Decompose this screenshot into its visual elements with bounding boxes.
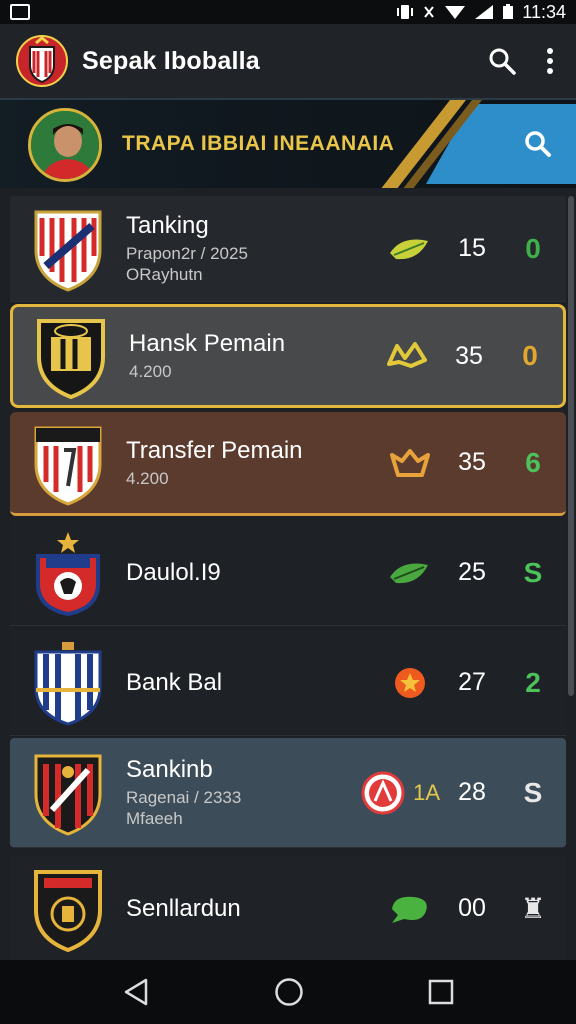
signal-icon bbox=[475, 5, 494, 19]
item-name: Hansk Pemain bbox=[129, 330, 286, 357]
recents-icon[interactable] bbox=[428, 979, 454, 1005]
club-crest-icon bbox=[34, 869, 102, 952]
trend-icon: S bbox=[523, 776, 543, 808]
item-name: Senllardun bbox=[126, 894, 241, 922]
chat-leaf-icon bbox=[392, 896, 427, 923]
item-name: Daulol.I9 bbox=[126, 558, 221, 586]
item-score: 25 bbox=[458, 558, 486, 586]
app-title: Sepak Iboballa bbox=[82, 46, 260, 75]
item-subtitle: 4.200 bbox=[126, 468, 169, 488]
item-name: Bank Bal bbox=[126, 668, 223, 696]
app-bar: Sepak Iboballa bbox=[0, 24, 576, 98]
leaf-icon bbox=[390, 239, 428, 259]
item-subtitle: 4.200 bbox=[129, 362, 172, 381]
item-name: Transfer Pemain bbox=[126, 436, 303, 464]
item-score: 15 bbox=[458, 234, 486, 262]
item-subtitle: Prapon2r / 2025 bbox=[126, 244, 248, 263]
search-icon[interactable] bbox=[488, 47, 516, 75]
item-name: Sankinb bbox=[126, 756, 213, 783]
system-nav-bar bbox=[0, 960, 576, 1024]
back-icon[interactable] bbox=[122, 978, 150, 1006]
club-list: Tanking Prapon2r / 2025 ORayhutn 15 0 Ha… bbox=[0, 188, 576, 962]
wifi-icon bbox=[445, 6, 466, 19]
trend-icon: 0 bbox=[522, 340, 538, 371]
club-crest-icon bbox=[36, 531, 100, 616]
player-avatar bbox=[28, 108, 102, 182]
item-subtitle-2: Mfaeeh bbox=[126, 809, 183, 828]
star-badge-icon bbox=[395, 667, 425, 698]
banner-text: TRAPA IBBIAI INEAANAIA bbox=[122, 132, 395, 155]
item-score: 27 bbox=[458, 668, 486, 696]
trend-icon: S bbox=[523, 556, 543, 588]
item-score: 28 bbox=[458, 778, 486, 806]
club-crest-icon bbox=[37, 319, 105, 399]
status-bar: 11:34 bbox=[0, 0, 576, 24]
list-item[interactable]: Bank Bal 27 2 bbox=[10, 630, 566, 736]
banner-gold-stripe bbox=[381, 100, 482, 188]
trend-icon: 6 bbox=[525, 446, 541, 478]
list-item[interactable]: Sankinb Ragenai / 2333 Mfaeeh 1A 28 S bbox=[10, 738, 566, 848]
club-crest-icon bbox=[34, 210, 102, 292]
item-score: 35 bbox=[458, 448, 486, 476]
more-options-icon[interactable] bbox=[546, 47, 554, 75]
trend-icon: 2 bbox=[525, 666, 541, 698]
item-score: 00 bbox=[458, 894, 486, 922]
list-item-selected[interactable]: Hansk Pemain 4.200 35 0 bbox=[10, 304, 566, 408]
home-icon[interactable] bbox=[274, 977, 304, 1007]
red-seal-icon bbox=[361, 771, 405, 814]
item-subtitle: Ragenai / 2333 bbox=[126, 788, 242, 807]
app-logo-icon bbox=[16, 35, 68, 87]
item-name: Tanking bbox=[126, 212, 209, 239]
gallery-icon bbox=[10, 4, 30, 20]
item-subtitle-2: ORayhutn bbox=[126, 265, 203, 284]
club-crest-icon bbox=[34, 641, 102, 726]
promo-banner[interactable]: TRAPA IBBIAI INEAANAIA bbox=[0, 98, 576, 188]
banner-search-icon[interactable] bbox=[524, 130, 552, 158]
club-crest-icon bbox=[34, 426, 102, 506]
list-item[interactable]: Daulol.I9 25 S bbox=[10, 520, 566, 626]
vibrate-icon bbox=[397, 5, 414, 19]
scrollbar[interactable] bbox=[568, 196, 574, 696]
item-extra-label: 1A bbox=[413, 779, 440, 805]
crown-icon bbox=[390, 448, 430, 477]
trend-icon: ♜ bbox=[520, 893, 546, 924]
status-icons: 11:34 bbox=[396, 2, 566, 23]
list-item[interactable]: Senllardun 00 ♜ bbox=[10, 856, 566, 962]
leaf-icon bbox=[390, 563, 428, 583]
data-icon bbox=[424, 6, 435, 18]
list-item[interactable]: Transfer Pemain 4.200 35 6 bbox=[10, 412, 566, 516]
status-time: 11:34 bbox=[522, 1, 566, 22]
item-score: 35 bbox=[455, 341, 483, 370]
star-burst-icon bbox=[387, 342, 427, 368]
trend-icon: 0 bbox=[525, 232, 541, 264]
battery-icon bbox=[503, 4, 514, 19]
club-crest-icon bbox=[34, 754, 102, 836]
list-item[interactable]: Tanking Prapon2r / 2025 ORayhutn 15 0 bbox=[10, 196, 566, 302]
